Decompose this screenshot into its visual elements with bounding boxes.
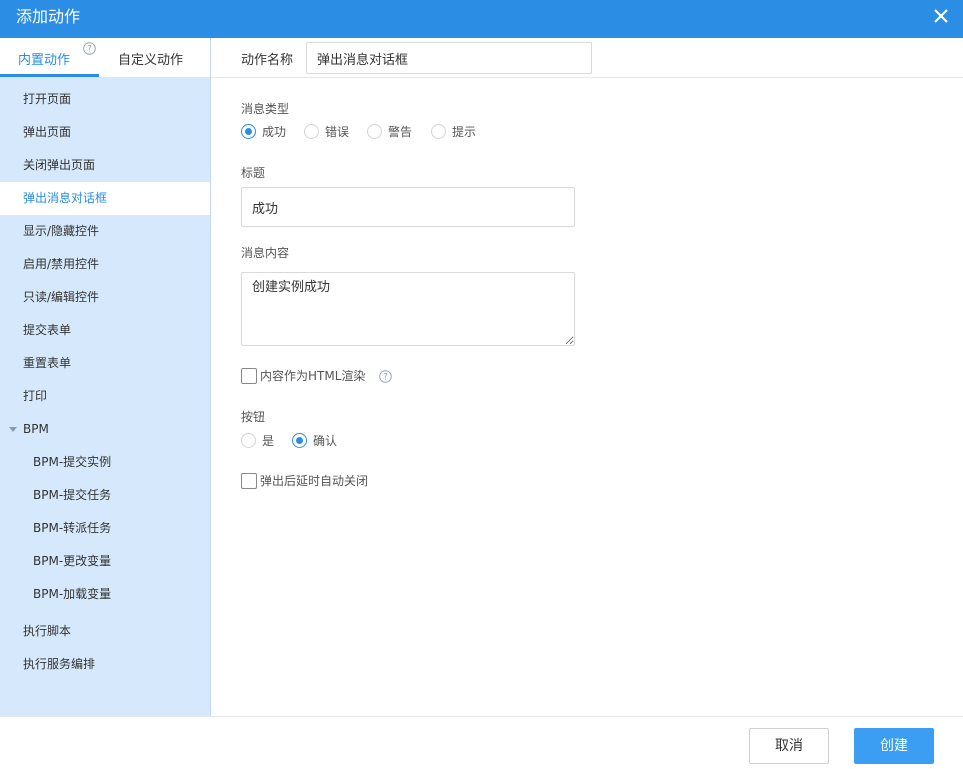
sidebar-item-submit-form[interactable]: 提交表单	[0, 314, 210, 347]
action-form: 动作名称 消息类型 成功 错误 警告 提示 标题 消息内容 创建实例成功 内容作…	[211, 38, 963, 716]
dialog-title: 添加动作	[16, 7, 81, 26]
sidebar-item-run-orchestration[interactable]: 执行服务编排	[0, 648, 210, 681]
radio-label: 错误	[325, 125, 350, 139]
dialog-footer: 取消 创建	[0, 716, 963, 769]
title-label: 标题	[241, 166, 266, 180]
radio-circle	[241, 433, 256, 448]
sidebar-item-bpm-change-variable[interactable]: BPM-更改变量	[0, 545, 210, 578]
tab-custom-actions[interactable]: 自定义动作	[118, 52, 183, 70]
close-icon[interactable]	[931, 6, 951, 26]
sidebar-item-reset-form[interactable]: 重置表单	[0, 347, 210, 380]
action-sidebar: 内置动作 ? 自定义动作 打开页面 弹出页面 关闭弹出页面 弹出消息对话框 显示…	[0, 38, 211, 716]
cancel-button[interactable]: 取消	[749, 728, 829, 764]
html-render-checkbox[interactable]: 内容作为HTML渲染 ?	[241, 368, 393, 386]
action-name-label: 动作名称	[241, 53, 294, 68]
sidebar-item-open-page[interactable]: 打开页面	[0, 83, 210, 116]
radio-label: 警告	[388, 125, 413, 139]
sidebar-item-show-hide[interactable]: 显示/隐藏控件	[0, 215, 210, 248]
radio-circle	[241, 124, 256, 139]
sidebar-item-run-script[interactable]: 执行脚本	[0, 615, 210, 648]
sidebar-group-label: BPM	[23, 422, 49, 436]
button-label: 按钮	[241, 410, 266, 424]
dialog-titlebar: 添加动作	[0, 0, 963, 38]
create-button[interactable]: 创建	[854, 728, 934, 764]
sidebar-item-bpm-submit-task[interactable]: BPM-提交任务	[0, 479, 210, 512]
help-icon[interactable]: ?	[83, 42, 96, 55]
content-label: 消息内容	[241, 246, 290, 260]
sidebar-group-bpm[interactable]: BPM	[0, 413, 210, 446]
checkbox-box	[241, 473, 257, 489]
sidebar-item-print[interactable]: 打印	[0, 380, 210, 413]
action-name-input[interactable]	[306, 42, 592, 74]
radio-confirm[interactable]: 确认	[292, 432, 337, 450]
checkbox-box	[241, 368, 257, 384]
active-tab-indicator	[0, 74, 99, 77]
sidebar-item-popup-page[interactable]: 弹出页面	[0, 116, 210, 149]
help-icon[interactable]: ?	[379, 370, 393, 383]
radio-warning[interactable]: 警告	[367, 123, 412, 141]
caret-down-icon	[9, 427, 17, 432]
radio-label: 提示	[452, 125, 477, 139]
title-input[interactable]	[241, 187, 575, 227]
radio-yes[interactable]: 是	[241, 432, 274, 450]
sidebar-item-readonly-edit[interactable]: 只读/编辑控件	[0, 281, 210, 314]
action-name-row: 动作名称	[211, 38, 963, 78]
radio-label: 成功	[262, 125, 287, 139]
sidebar-item-bpm-load-variable[interactable]: BPM-加载变量	[0, 578, 210, 611]
message-type-label: 消息类型	[241, 102, 290, 116]
sidebar-item-message-dialog[interactable]: 弹出消息对话框	[0, 182, 210, 215]
radio-error[interactable]: 错误	[304, 123, 349, 141]
svg-text:?: ?	[383, 373, 388, 383]
content-textarea[interactable]: 创建实例成功	[241, 272, 575, 346]
auto-close-label: 弹出后延时自动关闭	[260, 474, 369, 488]
radio-circle	[304, 124, 319, 139]
radio-label: 是	[262, 434, 275, 448]
radio-info[interactable]: 提示	[431, 123, 476, 141]
html-render-label: 内容作为HTML渲染	[260, 369, 366, 383]
sidebar-item-bpm-submit-instance[interactable]: BPM-提交实例	[0, 446, 210, 479]
radio-circle	[292, 433, 307, 448]
radio-label: 确认	[313, 434, 338, 448]
tab-builtin-actions[interactable]: 内置动作	[18, 52, 70, 70]
auto-close-checkbox[interactable]: 弹出后延时自动关闭	[241, 473, 368, 491]
sidebar-item-close-popup[interactable]: 关闭弹出页面	[0, 149, 210, 182]
radio-success[interactable]: 成功	[241, 123, 286, 141]
action-tabs: 内置动作 ? 自定义动作	[0, 38, 210, 78]
radio-circle	[367, 124, 382, 139]
sidebar-item-bpm-transfer-task[interactable]: BPM-转派任务	[0, 512, 210, 545]
sidebar-item-enable-disable[interactable]: 启用/禁用控件	[0, 248, 210, 281]
radio-circle	[431, 124, 446, 139]
svg-text:?: ?	[87, 45, 92, 55]
